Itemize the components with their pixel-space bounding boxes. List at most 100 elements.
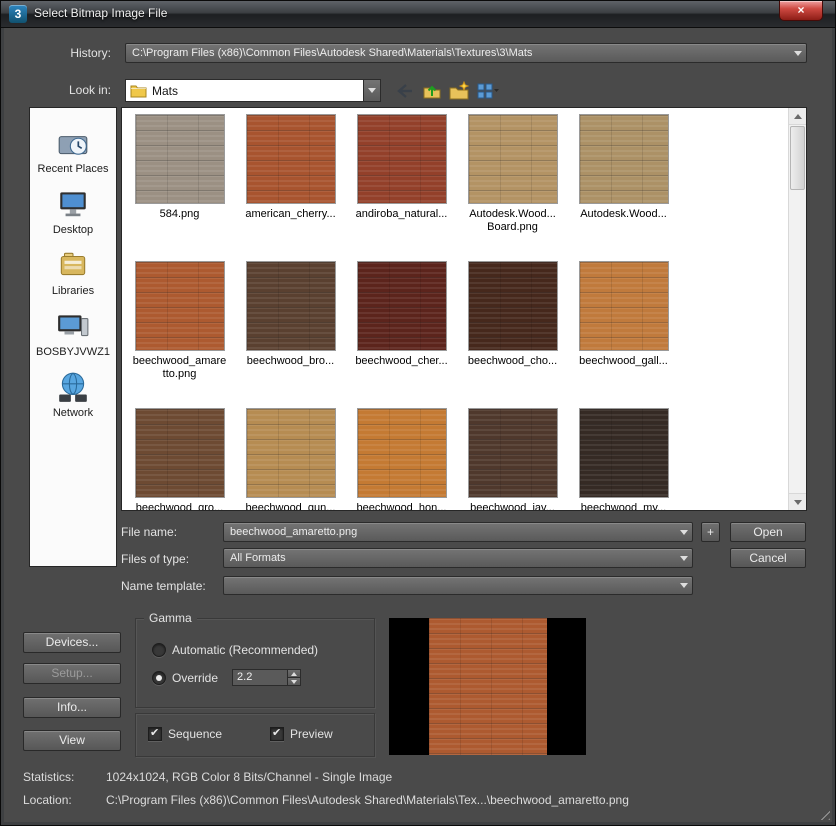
window-title: Select Bitmap Image File: [34, 1, 167, 26]
new-folder-button[interactable]: [446, 80, 472, 102]
file-item[interactable]: beechwood_cher...: [346, 255, 457, 402]
file-thumbnail: [246, 114, 336, 204]
open-button[interactable]: Open: [730, 522, 806, 542]
history-combobox[interactable]: C:\Program Files (x86)\Common Files\Auto…: [125, 43, 807, 63]
sidebar-item-network[interactable]: Network: [30, 370, 116, 419]
sidebar-item-label: Network: [53, 407, 93, 419]
history-value: C:\Program Files (x86)\Common Files\Auto…: [126, 47, 790, 59]
file-thumbnail: [246, 408, 336, 498]
file-name-label: beechwood_gall...: [568, 355, 679, 368]
file-item[interactable]: beechwood_amare tto.png: [124, 255, 235, 402]
file-grid: 584.png american_cherry... andiroba_natu…: [124, 108, 789, 510]
files-of-type-value: All Formats: [224, 552, 676, 564]
location-label: Location:: [23, 793, 72, 807]
view-menu-icon: [476, 81, 500, 101]
file-item[interactable]: beechwood_cho...: [457, 255, 568, 402]
override-radio-label: Override: [172, 671, 218, 685]
view-menu-button[interactable]: [474, 80, 502, 102]
look-in-combobox[interactable]: Mats: [125, 79, 381, 102]
computer-icon: [56, 309, 90, 343]
file-item[interactable]: beechwood_bro...: [235, 255, 346, 402]
setup-button[interactable]: Setup...: [23, 663, 121, 684]
libraries-icon: [56, 248, 90, 282]
file-item[interactable]: beechwood_jav...: [457, 402, 568, 510]
override-radio[interactable]: [152, 671, 166, 685]
file-item[interactable]: beechwood_gro...: [124, 402, 235, 510]
name-template-combobox[interactable]: [223, 576, 693, 595]
spinner-up-button[interactable]: [288, 669, 301, 677]
file-thumbnail: [579, 408, 669, 498]
back-arrow-icon: [395, 82, 415, 100]
spinner-down-button[interactable]: [288, 677, 301, 686]
app-logo-icon: 3: [9, 5, 27, 23]
file-name-label: beechwood_my...: [568, 502, 679, 510]
sequence-preview-group: Sequence Preview: [135, 713, 375, 757]
resize-grip[interactable]: [817, 807, 830, 820]
gamma-value-field[interactable]: 2.2: [232, 669, 288, 686]
close-button[interactable]: ×: [779, 1, 823, 21]
name-template-dropdown-button[interactable]: [676, 577, 692, 594]
file-item[interactable]: Autodesk.Wood...: [568, 108, 679, 255]
gamma-value-spinner[interactable]: 2.2: [232, 669, 301, 686]
chevron-down-icon: [680, 530, 688, 535]
sidebar-item-label: Desktop: [53, 224, 93, 236]
file-item[interactable]: beechwood_hon...: [346, 402, 457, 510]
file-item[interactable]: beechwood_gall...: [568, 255, 679, 402]
chevron-up-icon: [291, 672, 297, 676]
statistics-value: 1024x1024, RGB Color 8 Bits/Channel - Si…: [106, 770, 392, 784]
gamma-group-title: Gamma: [144, 611, 197, 625]
add-button[interactable]: +: [701, 522, 720, 542]
scrollbar-thumb[interactable]: [790, 126, 805, 190]
statistics-label: Statistics:: [23, 770, 74, 784]
back-button[interactable]: [393, 80, 417, 102]
devices-button[interactable]: Devices...: [23, 632, 121, 653]
chevron-down-icon: [680, 583, 688, 588]
file-item[interactable]: 584.png: [124, 108, 235, 255]
gamma-override-option[interactable]: Override 2.2: [152, 669, 301, 686]
sidebar-item-label: Recent Places: [38, 163, 109, 175]
file-thumbnail: [357, 261, 447, 351]
sidebar-item-recent-places[interactable]: Recent Places: [30, 126, 116, 175]
title-bar[interactable]: 3 Select Bitmap Image File ×: [1, 1, 835, 28]
vertical-scrollbar[interactable]: [788, 108, 806, 510]
file-item[interactable]: beechwood_gun...: [235, 402, 346, 510]
look-in-label: Look in:: [27, 83, 111, 97]
file-list: 584.png american_cherry... andiroba_natu…: [121, 107, 807, 511]
file-thumbnail: [579, 261, 669, 351]
gamma-automatic-option[interactable]: Automatic (Recommended): [152, 643, 318, 657]
create-new-folder-icon: [448, 81, 470, 101]
file-item[interactable]: Autodesk.Wood... Board.png: [457, 108, 568, 255]
file-name-label: Autodesk.Wood...: [568, 208, 679, 221]
sidebar-item-libraries[interactable]: Libraries: [30, 248, 116, 297]
preview-option[interactable]: Preview: [270, 727, 333, 741]
scroll-up-button[interactable]: [789, 108, 806, 125]
file-item[interactable]: american_cherry...: [235, 108, 346, 255]
preview-checkbox[interactable]: [270, 727, 284, 741]
places-bar: Recent Places Desktop Libraries: [29, 107, 117, 567]
file-name-dropdown-button[interactable]: [676, 523, 692, 541]
sequence-checkbox[interactable]: [148, 727, 162, 741]
file-thumbnail: [135, 261, 225, 351]
up-one-level-icon: [422, 81, 442, 101]
scroll-down-button[interactable]: [789, 493, 806, 510]
file-item[interactable]: andiroba_natural...: [346, 108, 457, 255]
look-in-dropdown-button[interactable]: [363, 80, 380, 101]
file-name-label: beechwood_cho...: [457, 355, 568, 368]
history-dropdown-button[interactable]: [790, 44, 806, 62]
automatic-radio[interactable]: [152, 643, 166, 657]
cancel-button[interactable]: Cancel: [730, 548, 806, 568]
view-button[interactable]: View: [23, 730, 121, 751]
chevron-down-icon: [794, 51, 802, 56]
sequence-option[interactable]: Sequence: [148, 727, 222, 741]
file-thumbnail: [579, 114, 669, 204]
files-of-type-dropdown-button[interactable]: [676, 549, 692, 567]
sidebar-item-desktop[interactable]: Desktop: [30, 187, 116, 236]
sidebar-item-computer[interactable]: BOSBYJVWZ1: [30, 309, 116, 358]
file-name-combobox[interactable]: beechwood_amaretto.png: [223, 522, 693, 542]
up-one-level-button[interactable]: [420, 80, 444, 102]
file-name-label: beechwood_hon...: [346, 502, 457, 510]
info-button[interactable]: Info...: [23, 697, 121, 718]
file-item[interactable]: beechwood_my...: [568, 402, 679, 510]
files-of-type-combobox[interactable]: All Formats: [223, 548, 693, 568]
file-name-value: beechwood_amaretto.png: [224, 526, 676, 538]
